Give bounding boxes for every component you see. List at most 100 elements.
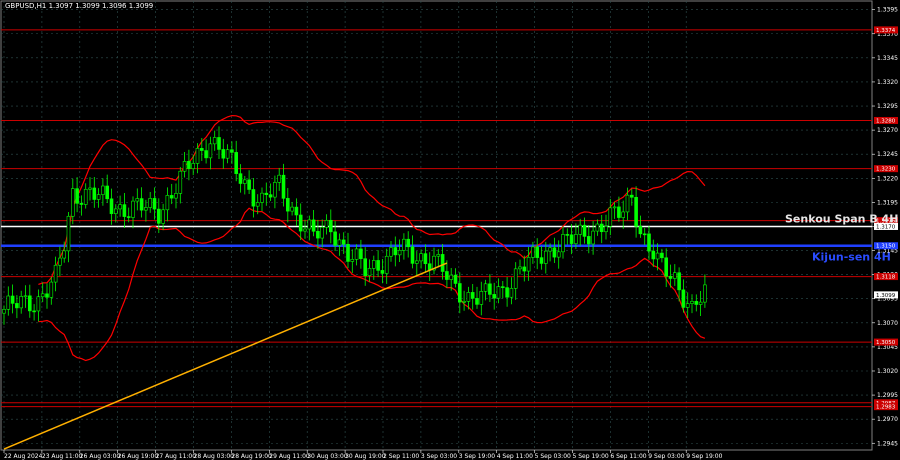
x-tick-label: 9 Sep 03:00 [648,453,684,460]
candle-body [526,257,531,272]
x-tick-label: 28 Aug 03:00 [194,453,235,460]
candle-body [496,286,501,299]
candle-body [10,295,15,304]
y-tick-label: 1.3020 [877,368,898,375]
candle-body [642,233,647,236]
candle-body [548,247,552,252]
candle-body [255,202,260,207]
candle-body [27,295,32,312]
candle-body [535,246,540,258]
kijun-sen-label: Kijun-sen 4H [812,251,891,264]
level-price-tag-text: 1.3374 [876,28,896,34]
candle-body [479,291,484,305]
y-tick-label: 1.2970 [877,416,898,423]
candle-body [574,234,578,244]
candle-body [376,260,380,271]
candle-body [655,252,660,260]
x-tick-label: 26 Aug 19:00 [118,453,159,460]
candle-body [423,253,428,265]
candle-body [500,286,505,288]
candle-body [488,283,492,295]
x-tick-label: 4 Sep 11:00 [497,453,533,460]
x-tick-label: 5 Sep 19:00 [573,453,609,460]
candle-body [384,255,389,274]
y-tick-label: 1.3320 [877,79,898,86]
candle-body [15,303,19,309]
candle-body [608,207,613,227]
candle-body [212,137,217,145]
x-tick-label: 9 Sep 19:00 [686,453,722,460]
level-price-tag-text: 1.3230 [876,167,896,173]
candle-body [333,231,337,246]
candle-body [221,149,226,159]
candle-body [578,224,583,235]
candle-body [268,194,273,198]
candle-body [694,301,699,305]
candle-body [23,295,28,298]
candle-body [6,295,11,310]
candle-body [182,161,187,172]
y-tick-label: 1.3195 [877,199,898,206]
candle-body [367,268,372,276]
candle-body [518,266,522,270]
candle-body [604,225,608,233]
candle-body [118,204,122,210]
candle-body [320,227,325,239]
candle-body [2,309,6,314]
candle-body [634,196,638,227]
candle-body [290,206,294,212]
candle-body [531,246,535,258]
candle-body [230,149,234,153]
candle-body [178,170,183,194]
price-chart[interactable]: 1.33951.33701.33451.33201.32951.32701.32… [0,0,900,460]
candle-body [285,198,290,212]
candle-body [19,296,24,309]
candle-body [187,161,191,169]
candle-body [350,259,355,262]
candle-body [191,163,195,169]
y-tick-label: 1.2995 [877,392,898,399]
candle-body [264,192,269,195]
candle-body [543,250,548,264]
candle-body [690,301,694,304]
candle-body [131,200,135,218]
candle-body [45,293,49,298]
y-tick-label: 1.3270 [877,127,898,134]
candle-body [582,224,587,237]
candle-body [617,206,621,218]
candle-body [685,303,690,308]
x-tick-label: 30 Aug 03:00 [307,453,348,460]
candle-body [260,192,264,203]
candle-body [273,182,277,198]
candle-body [135,198,140,202]
candle-body [677,272,681,291]
candle-body [174,193,178,199]
candle-body [492,294,497,299]
candle-body [71,188,75,217]
candle-body [294,206,299,216]
candle-body [58,257,62,266]
candle-body [410,246,415,264]
chart-window: 1.3395 1.3370 1.3345 1.3320 1.3295 1.3270 1.32… [0,0,900,460]
candle-body [243,179,247,184]
candle-body [281,174,286,199]
candle-body [406,238,411,248]
kijun-price-tag-text: 1.3150 [876,244,896,250]
candle-body [625,194,630,213]
x-tick-label: 23 Aug 11:00 [42,453,83,460]
candle-body [105,185,109,200]
candle-body [668,275,673,279]
candle-body [698,301,703,305]
candle-body [298,214,303,232]
candle-body [522,266,527,272]
candle-body [247,179,251,190]
candle-body [114,208,118,214]
candle-body [204,150,208,159]
candle-body [380,270,385,274]
candle-body [552,247,557,258]
y-tick-label: 1.3395 [877,7,898,14]
candle-body [109,198,114,214]
candle-body [66,215,71,252]
y-tick-label: 1.3295 [877,103,898,110]
candle-body [49,281,54,298]
